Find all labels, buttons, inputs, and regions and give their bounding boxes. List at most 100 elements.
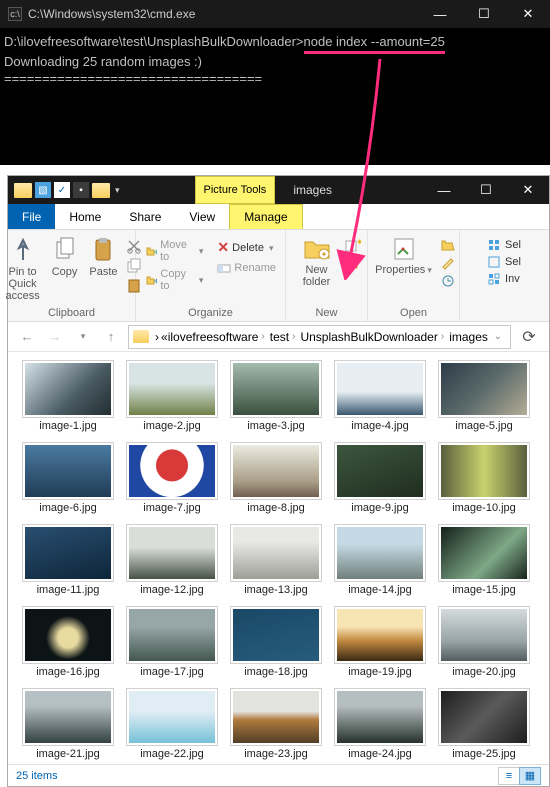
- cmd-prompt: D:\ilovefreesoftware\test\UnsplashBulkDo…: [4, 34, 304, 49]
- file-thumbnail: [126, 360, 218, 418]
- cmd-maximize-button[interactable]: ☐: [462, 0, 506, 28]
- file-item[interactable]: image-17.jpg: [124, 606, 220, 684]
- select-none-button[interactable]: Sel: [485, 255, 524, 269]
- chevron-right-icon[interactable]: ›: [289, 331, 298, 342]
- file-item[interactable]: image-25.jpg: [436, 688, 532, 764]
- folder-icon: [92, 183, 110, 198]
- invert-selection-button[interactable]: Inv: [485, 272, 524, 286]
- cmd-minimize-button[interactable]: —: [418, 0, 462, 28]
- file-item[interactable]: image-7.jpg: [124, 442, 220, 520]
- file-item[interactable]: image-21.jpg: [20, 688, 116, 764]
- folder-icon: [14, 183, 32, 198]
- qat-dropdown-icon[interactable]: ▾: [113, 185, 122, 196]
- qat-item[interactable]: ▧: [35, 182, 51, 198]
- tab-home[interactable]: Home: [55, 204, 115, 229]
- chevron-right-icon[interactable]: ›: [258, 331, 267, 342]
- cmd-titlebar[interactable]: c:\ C:\Windows\system32\cmd.exe — ☐ ✕: [0, 0, 550, 28]
- file-thumbnail: [22, 442, 114, 500]
- file-item[interactable]: image-10.jpg: [436, 442, 532, 520]
- breadcrumb-segment[interactable]: UnsplashBulkDownloader: [300, 330, 437, 344]
- nav-forward-button[interactable]: →: [44, 326, 66, 348]
- explorer-titlebar[interactable]: ▧ ✓ ▪ ▾ Picture Tools images — ☐ ✕: [8, 176, 549, 204]
- status-item-count: 25 items: [16, 770, 58, 782]
- qat-item[interactable]: ▪: [73, 182, 89, 198]
- tab-manage[interactable]: Manage: [229, 204, 302, 229]
- explorer-maximize-button[interactable]: ☐: [465, 176, 507, 204]
- file-thumbnail: [126, 442, 218, 500]
- file-item[interactable]: image-1.jpg: [20, 360, 116, 438]
- file-item[interactable]: image-5.jpg: [436, 360, 532, 438]
- file-item[interactable]: image-18.jpg: [228, 606, 324, 684]
- file-item[interactable]: image-19.jpg: [332, 606, 428, 684]
- file-thumbnail: [22, 360, 114, 418]
- file-name: image-20.jpg: [452, 664, 516, 684]
- new-folder-button[interactable]: ✦ New folder: [292, 234, 341, 290]
- history-icon[interactable]: [440, 274, 456, 288]
- chevron-right-icon[interactable]: ›: [438, 331, 447, 342]
- nav-back-button[interactable]: ←: [16, 326, 38, 348]
- file-item[interactable]: image-12.jpg: [124, 524, 220, 602]
- folder-icon: [133, 330, 149, 343]
- file-list[interactable]: image-1.jpgimage-2.jpg image-3.jpg image-4…: [8, 352, 549, 764]
- breadcrumb-segment[interactable]: ilovefreesoftware: [168, 330, 259, 344]
- chevron-right-icon[interactable]: ›: [155, 330, 159, 344]
- explorer-minimize-button[interactable]: —: [423, 176, 465, 204]
- tab-file[interactable]: File: [8, 204, 55, 229]
- file-item[interactable]: image-11.jpg: [20, 524, 116, 602]
- file-item[interactable]: image-9.jpg: [332, 442, 428, 520]
- copy-button[interactable]: Copy: [48, 234, 82, 304]
- file-name: image-3.jpg: [247, 418, 304, 438]
- explorer-close-button[interactable]: ✕: [507, 176, 549, 204]
- open-icon[interactable]: [440, 238, 456, 252]
- tab-share[interactable]: Share: [115, 204, 175, 229]
- breadcrumb-segment[interactable]: test: [270, 330, 289, 344]
- file-name: image-14.jpg: [348, 582, 412, 602]
- file-item[interactable]: image-4.jpg: [332, 360, 428, 438]
- pin-to-quick-access-button[interactable]: Pin to Quick access: [1, 234, 43, 304]
- file-item[interactable]: image-16.jpg: [20, 606, 116, 684]
- cmd-command: node index --amount=25: [304, 34, 445, 54]
- file-item[interactable]: image-20.jpg: [436, 606, 532, 684]
- file-item[interactable]: image-22.jpg: [124, 688, 220, 764]
- file-thumbnail: [438, 360, 530, 418]
- tab-view[interactable]: View: [175, 204, 229, 229]
- file-name: image-15.jpg: [452, 582, 516, 602]
- select-all-button[interactable]: Sel: [485, 238, 524, 252]
- breadcrumb-segment[interactable]: images: [449, 330, 488, 344]
- nav-up-button[interactable]: ↑: [100, 326, 122, 348]
- cmd-close-button[interactable]: ✕: [506, 0, 550, 28]
- address-dropdown-icon[interactable]: ⌄: [494, 331, 506, 342]
- paste-button[interactable]: Paste: [85, 234, 121, 304]
- nav-recent-dropdown[interactable]: ▾: [72, 326, 94, 348]
- file-item[interactable]: image-3.jpg: [228, 360, 324, 438]
- easy-access-icon[interactable]: [345, 256, 361, 270]
- breadcrumb-segment[interactable]: «: [161, 330, 168, 344]
- file-item[interactable]: image-23.jpg: [228, 688, 324, 764]
- file-name: image-13.jpg: [244, 582, 308, 602]
- view-details-button[interactable]: ≡: [498, 767, 520, 785]
- breadcrumb[interactable]: › « ilovefreesoftware› test› UnsplashBul…: [128, 325, 511, 349]
- edit-icon[interactable]: [440, 256, 456, 270]
- cmd-body[interactable]: D:\ilovefreesoftware\test\UnsplashBulkDo…: [0, 28, 550, 94]
- copy-to-button[interactable]: Copy to: [142, 267, 206, 293]
- file-name: image-8.jpg: [247, 500, 304, 520]
- move-to-button[interactable]: Move to: [142, 238, 206, 264]
- file-item[interactable]: image-2.jpg: [124, 360, 220, 438]
- rename-button[interactable]: Rename: [214, 260, 279, 276]
- file-item[interactable]: image-13.jpg: [228, 524, 324, 602]
- file-item[interactable]: image-24.jpg: [332, 688, 428, 764]
- file-thumbnail: [230, 442, 322, 500]
- file-item[interactable]: image-8.jpg: [228, 442, 324, 520]
- delete-button[interactable]: ✕Delete: [214, 238, 279, 257]
- file-item[interactable]: image-15.jpg: [436, 524, 532, 602]
- file-item[interactable]: image-6.jpg: [20, 442, 116, 520]
- file-item[interactable]: image-14.jpg: [332, 524, 428, 602]
- cmd-window: c:\ C:\Windows\system32\cmd.exe — ☐ ✕ D:…: [0, 0, 550, 165]
- qat-check-icon[interactable]: ✓: [54, 182, 70, 198]
- view-thumbnails-button[interactable]: ▦: [519, 767, 541, 785]
- properties-button[interactable]: Properties: [371, 234, 436, 288]
- refresh-button[interactable]: ⟳: [517, 325, 541, 349]
- file-thumbnail: [438, 606, 530, 664]
- file-name: image-23.jpg: [244, 746, 308, 764]
- new-item-icon[interactable]: ✦: [345, 238, 361, 252]
